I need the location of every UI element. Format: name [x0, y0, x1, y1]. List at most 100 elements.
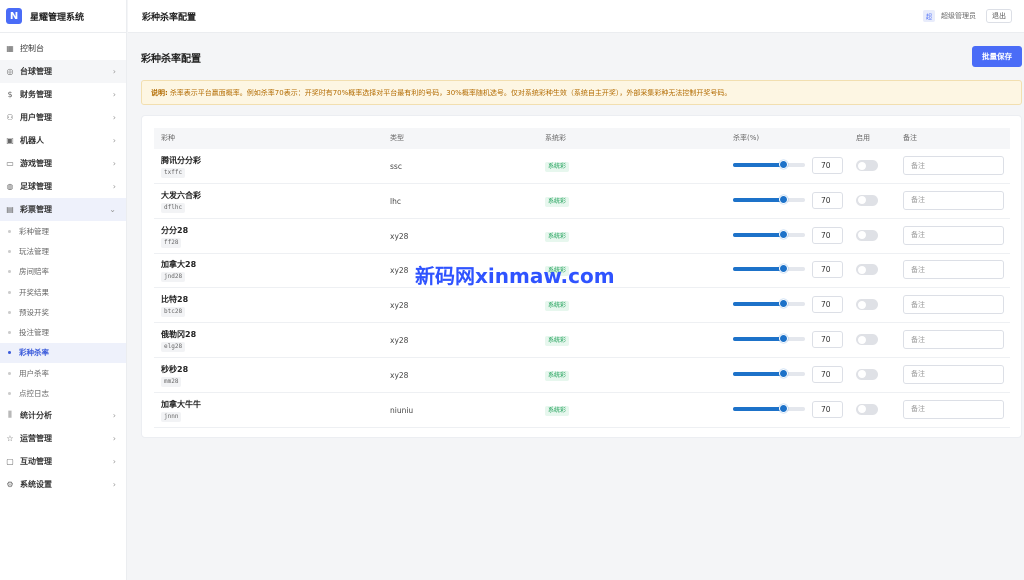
kill-rate-slider[interactable] — [733, 403, 805, 413]
note-input[interactable]: 备注 — [903, 295, 1004, 315]
lottery-type: ssc — [390, 162, 402, 171]
kill-rate-slider[interactable] — [733, 194, 805, 204]
bullet-icon — [8, 310, 11, 314]
enable-toggle[interactable] — [856, 264, 878, 276]
bullet-icon — [8, 290, 11, 294]
kill-rate-input[interactable]: 70 — [812, 365, 843, 383]
sidebar-item[interactable]: ☆ 运营管理 › — [0, 427, 126, 450]
chevron-icon: › — [112, 479, 116, 489]
col-header-note: 备注 — [903, 134, 917, 142]
kill-rate-input[interactable]: 70 — [812, 331, 843, 348]
app-name: 星耀管理系统 — [30, 12, 85, 23]
sidebar-item[interactable]: ▤ 彩票管理 ⌄ — [0, 198, 126, 221]
slider-handle[interactable] — [778, 334, 788, 343]
table-row: 大发六合彩 dflhc lhc 系统彩 70 备注 — [154, 184, 1010, 219]
kill-rate-input[interactable]: 70 — [812, 261, 843, 279]
chevron-icon: ⌄ — [109, 205, 116, 214]
sidebar-subitem-label: 开奖结果 — [19, 287, 49, 297]
slider-handle[interactable] — [778, 403, 788, 413]
toggle-knob — [857, 370, 866, 379]
sidebar-subitem[interactable]: 用户杀率 — [0, 363, 126, 383]
table-row: 秒秒28 mm28 xy28 系统彩 70 备注 — [154, 358, 1010, 393]
lottery-type: lhc — [390, 196, 401, 206]
robot-icon: ▣ — [6, 136, 14, 145]
kill-rate-slider[interactable] — [733, 264, 805, 274]
batch-save-button[interactable]: 批量保存 — [972, 46, 1022, 67]
note-input[interactable]: 备注 — [903, 330, 1004, 349]
slider-fill — [733, 163, 784, 167]
lottery-name: 加拿大28 — [161, 260, 197, 270]
kill-rate-slider[interactable] — [733, 334, 805, 343]
kill-rate-slider[interactable] — [733, 368, 805, 378]
lottery-code: dflhc — [161, 202, 186, 213]
avatar[interactable]: 超 — [923, 10, 935, 22]
slider-handle[interactable] — [778, 264, 788, 274]
kill-rate-slider[interactable] — [733, 229, 805, 239]
sidebar-item[interactable]: ▢ 互动管理 › — [0, 450, 126, 473]
sidebar-subitem[interactable]: 点控日志 — [0, 383, 126, 403]
enable-toggle[interactable] — [856, 368, 878, 380]
sidebar-item[interactable]: ▭ 游戏管理 › — [0, 152, 126, 175]
lottery-name: 比特28 — [161, 295, 189, 305]
note-input[interactable]: 备注 — [903, 364, 1004, 384]
note-input[interactable]: 备注 — [903, 260, 1004, 280]
sidebar-subitem[interactable]: 玩法管理 — [0, 241, 126, 261]
notice-text: 杀率表示平台赢面概率。例如杀率70表示：开奖时有70%概率选择对平台最有利的号码… — [169, 88, 732, 97]
sidebar-item[interactable]: ◍ 足球管理 › — [0, 175, 126, 198]
slider-handle[interactable] — [778, 194, 788, 204]
enable-toggle[interactable] — [856, 194, 878, 206]
enable-toggle[interactable] — [856, 403, 878, 415]
sidebar-item[interactable]: ⚙ 系统设置 › — [0, 473, 126, 496]
sidebar-item[interactable]: $ 财务管理 › — [0, 83, 126, 106]
table-row: 俄勒冈28 elg28 xy28 系统彩 70 备注 — [154, 323, 1010, 358]
table-row: 加拿大牛牛 jnnn niuniu 系统彩 70 备注 — [154, 393, 1010, 428]
note-input[interactable]: 备注 — [903, 225, 1004, 245]
lottery-code: jnnn — [161, 411, 182, 422]
bullet-icon — [8, 270, 11, 274]
system-lottery-badge: 系统彩 — [545, 196, 570, 207]
app-logo: N — [6, 8, 22, 24]
bullet-icon — [8, 351, 11, 355]
kill-rate-slider[interactable] — [733, 160, 805, 169]
enable-toggle[interactable] — [856, 229, 878, 241]
kill-rate-input[interactable]: 70 — [812, 226, 843, 244]
chevron-icon: › — [112, 456, 116, 466]
sidebar-subitem[interactable]: 彩种杀率 — [0, 342, 126, 364]
sidebar-item[interactable]: ⫼ 统计分析 › — [0, 404, 126, 427]
table-row: 比特28 btc28 xy28 系统彩 70 备注 — [154, 288, 1010, 324]
sidebar-item[interactable]: ▦ 控制台 — [0, 37, 126, 60]
chat-icon: ▢ — [6, 456, 14, 466]
topbar: 彩种杀率配置 超 超级管理员 退出 — [128, 0, 1024, 33]
kill-rate-input[interactable]: 70 — [812, 157, 843, 174]
enable-toggle[interactable] — [856, 160, 878, 171]
kill-rate-input[interactable]: 70 — [812, 296, 843, 314]
enable-toggle[interactable] — [856, 299, 878, 311]
logout-button[interactable]: 退出 — [986, 9, 1012, 23]
note-input[interactable]: 备注 — [903, 190, 1004, 210]
slider-handle[interactable] — [778, 229, 788, 239]
system-lottery-badge: 系统彩 — [545, 231, 570, 242]
kill-rate-slider[interactable] — [733, 299, 805, 309]
chevron-icon: › — [112, 433, 116, 443]
sidebar-item-label: 机器人 — [20, 136, 44, 145]
sidebar-subitem[interactable]: 彩种管理 — [0, 221, 126, 241]
enable-toggle[interactable] — [856, 334, 878, 345]
sidebar-subitem[interactable]: 投注管理 — [0, 322, 126, 342]
sidebar-subitem[interactable]: 预设开奖 — [0, 302, 126, 322]
slider-handle[interactable] — [778, 299, 788, 309]
sidebar-subitem[interactable]: 开奖结果 — [0, 282, 126, 302]
lottery-type: xy28 — [390, 336, 409, 345]
note-input[interactable]: 备注 — [903, 399, 1004, 419]
sidebar-item-label: 用户管理 — [20, 113, 52, 122]
sidebar-item[interactable]: ⚇ 用户管理 › — [0, 106, 126, 129]
slider-handle[interactable] — [778, 368, 788, 378]
note-input[interactable]: 备注 — [903, 156, 1004, 175]
sidebar-subitem[interactable]: 房间赔率 — [0, 262, 126, 282]
sidebar-item[interactable]: ◎ 台球管理 › — [0, 60, 126, 83]
users-icon: ⚇ — [6, 113, 14, 122]
sidebar-item[interactable]: ▣ 机器人 › — [0, 129, 126, 152]
user-name[interactable]: 超级管理员 — [941, 11, 976, 21]
slider-handle[interactable] — [778, 160, 788, 169]
kill-rate-input[interactable]: 70 — [812, 191, 843, 209]
kill-rate-input[interactable]: 70 — [812, 400, 843, 418]
